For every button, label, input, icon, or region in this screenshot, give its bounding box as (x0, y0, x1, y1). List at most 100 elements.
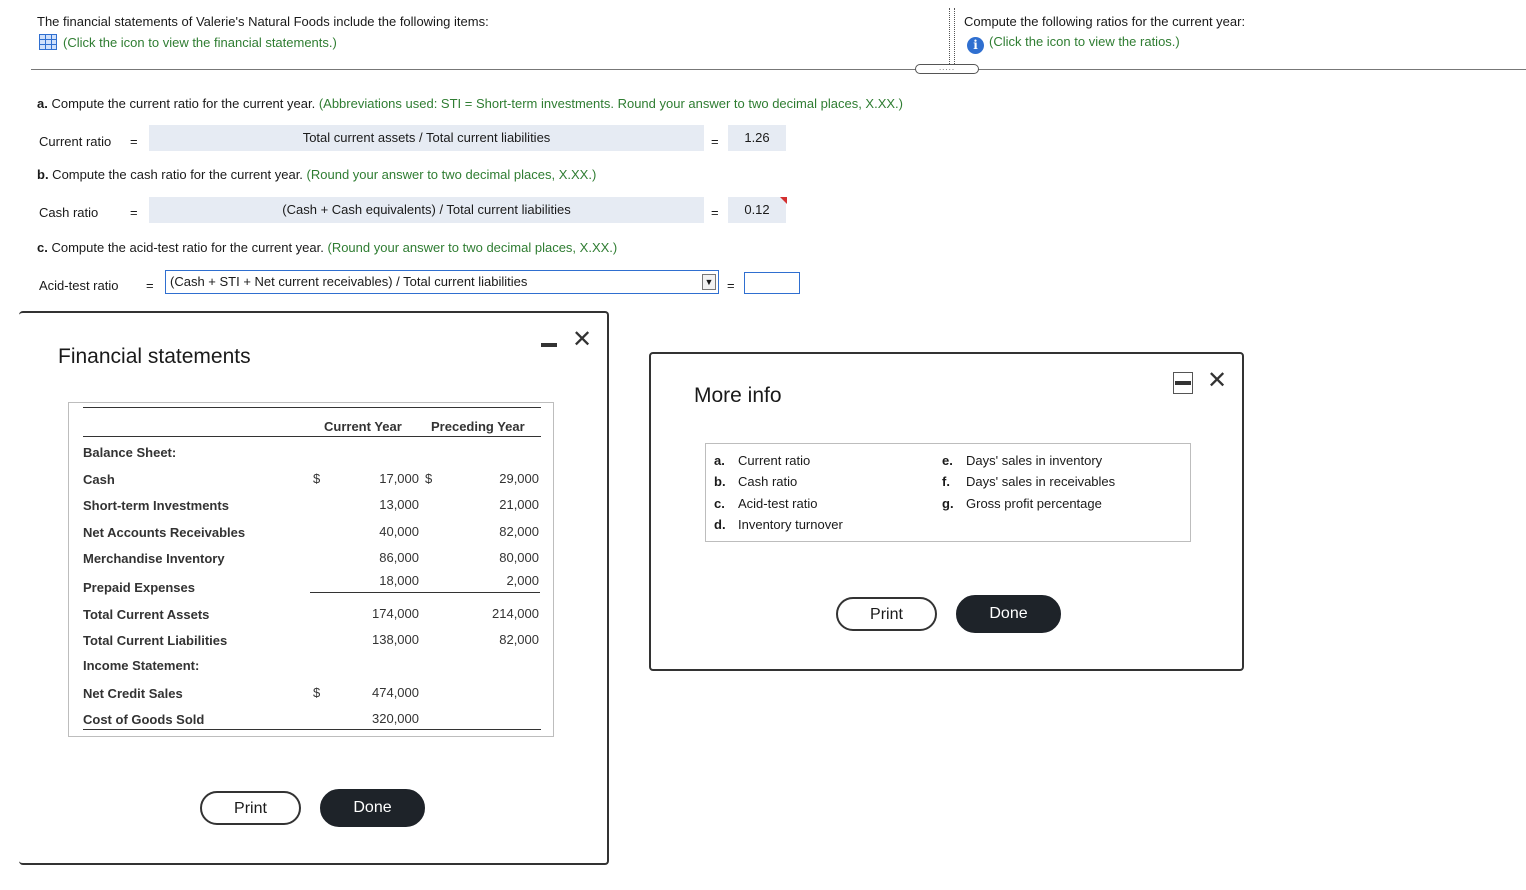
question-c-title: c. Compute the acid-test ratio for the c… (37, 240, 617, 255)
section-balance-sheet: Balance Sheet: (83, 445, 177, 460)
list-item-key: d. (714, 517, 726, 532)
question-a-text: Compute the current ratio for the curren… (47, 96, 319, 111)
ratios-link-text[interactable]: (Click the icon to view the ratios.) (989, 34, 1180, 49)
panel-splitter[interactable] (949, 8, 955, 64)
question-c-prefix: c. (37, 240, 48, 255)
list-item-text: Acid-test ratio (738, 496, 818, 511)
column-header-current-year: Current Year (324, 419, 402, 434)
table-row-label: Cash (83, 472, 115, 487)
acid-test-label: Acid-test ratio (39, 278, 119, 293)
table-row-label: Short-term Investments (83, 498, 229, 513)
question-a-hint: (Abbreviations used: STI = Short-term in… (318, 96, 903, 111)
table-cell-preceding: 214,000 (492, 606, 539, 621)
list-item: g. Gross profit percentage (942, 496, 1102, 511)
ratios-list: a. Current ratio b. Cash ratio c. Acid-test… (705, 443, 1191, 542)
current-ratio-answer: 1.26 (728, 125, 786, 151)
table-cell-current: 138,000 (372, 632, 419, 647)
financial-statements-modal: Financial statements ✕ Current Year Prec… (19, 311, 609, 865)
dropdown-arrow-icon[interactable]: ▼ (702, 274, 716, 290)
list-item: d. Inventory turnover (714, 517, 843, 532)
table-row-label: Prepaid Expenses (83, 580, 195, 595)
list-item-key: a. (714, 453, 725, 468)
table-cell-current: 86,000 (379, 550, 419, 565)
ratios-link[interactable]: i (Click the icon to view the ratios.) (967, 34, 1180, 54)
table-cell-preceding: 82,000 (499, 632, 539, 647)
table-cell-current: 40,000 (379, 524, 419, 539)
list-item-text: Current ratio (738, 453, 811, 468)
cash-ratio-equals: = (130, 205, 138, 220)
resize-handle[interactable]: ..... (915, 64, 979, 74)
question-b-prefix: b. (37, 167, 49, 182)
question-a-prefix: a. (37, 96, 48, 111)
info-icon[interactable]: i (967, 36, 984, 54)
section-divider (31, 69, 1526, 70)
table-row-label: Merchandise Inventory (83, 551, 225, 566)
cash-ratio-formula: (Cash + Cash equivalents) / Total curren… (149, 197, 704, 223)
list-item: a. Current ratio (714, 453, 810, 468)
cash-ratio-label: Cash ratio (39, 205, 99, 220)
current-ratio-equals: = (130, 134, 138, 149)
dollar-sign: $ (313, 471, 321, 486)
table-cell-current: 320,000 (372, 711, 419, 726)
acid-test-formula-value: (Cash + STI + Net current receivables) /… (170, 274, 528, 289)
table-row-label: Total Current Liabilities (83, 633, 228, 648)
incorrect-marker (780, 197, 787, 204)
done-button[interactable]: Done (956, 595, 1061, 633)
list-item-text: Inventory turnover (738, 517, 843, 532)
financial-statements-title: Financial statements (58, 345, 251, 368)
table-row-label: Total Current Assets (83, 607, 210, 622)
cash-ratio-equals-2: = (711, 205, 719, 220)
table-row-label: Net Accounts Receivables (83, 525, 246, 540)
list-item-key: e. (942, 453, 953, 468)
statements-link-text[interactable]: (Click the icon to view the financial st… (63, 35, 337, 50)
list-item: f. Days' sales in receivables (942, 474, 1115, 489)
more-info-title: More info (694, 384, 782, 407)
statements-intro-text: The financial statements of Valerie's Na… (37, 14, 489, 29)
table-cell-preceding: 80,000 (499, 550, 539, 565)
question-b-text: Compute the cash ratio for the current y… (48, 167, 307, 182)
table-cell-preceding: 82,000 (499, 524, 539, 539)
section-income-statement: Income Statement: (83, 658, 200, 673)
ratios-intro-text: Compute the following ratios for the cur… (964, 14, 1246, 29)
table-cell-current: 474,000 (372, 685, 419, 700)
statements-link[interactable]: (Click the icon to view the financial st… (39, 34, 337, 50)
question-b-title: b. Compute the cash ratio for the curren… (37, 167, 596, 182)
minimize-icon[interactable] (1173, 372, 1193, 394)
question-c-text: Compute the acid-test ratio for the curr… (47, 240, 328, 255)
table-grid-icon[interactable] (39, 34, 57, 50)
list-item-text: Cash ratio (738, 474, 798, 489)
close-icon[interactable]: ✕ (572, 327, 592, 351)
list-item-key: g. (942, 496, 954, 511)
question-b-hint: (Round your answer to two decimal places… (306, 167, 597, 182)
close-icon[interactable]: ✕ (1207, 368, 1227, 392)
list-item: e. Days' sales in inventory (942, 453, 1102, 468)
list-item: b. Cash ratio (714, 474, 797, 489)
list-item-text: Gross profit percentage (966, 496, 1102, 511)
table-row-label: Net Credit Sales (83, 686, 183, 701)
table-cell-preceding: 21,000 (499, 497, 539, 512)
table-cell-preceding: 29,000 (499, 471, 539, 486)
acid-test-equals-2: = (727, 278, 735, 293)
table-cell-current: 17,000 (379, 471, 419, 486)
list-item-key: f. (942, 474, 950, 489)
cash-ratio-answer: 0.12 (728, 197, 786, 223)
acid-test-answer-input[interactable] (744, 272, 800, 294)
list-item-text: Days' sales in receivables (966, 474, 1116, 489)
table-cell-current: 18,000 (379, 573, 419, 588)
list-item: c. Acid-test ratio (714, 496, 817, 511)
list-item-text: Days' sales in inventory (966, 453, 1103, 468)
done-button[interactable]: Done (320, 789, 425, 827)
print-button[interactable]: Print (200, 791, 301, 825)
acid-test-formula-select[interactable]: (Cash + STI + Net current receivables) /… (165, 270, 719, 294)
list-item-key: c. (714, 496, 725, 511)
list-item-key: b. (714, 474, 726, 489)
minimize-icon[interactable] (541, 343, 557, 347)
acid-test-equals: = (146, 278, 154, 293)
table-cell-preceding: 2,000 (506, 573, 539, 588)
question-c-hint: (Round your answer to two decimal places… (327, 240, 618, 255)
table-row-label: Cost of Goods Sold (83, 712, 205, 727)
financial-statements-table: Current Year Preceding Year Balance Shee… (68, 402, 554, 737)
dollar-sign: $ (313, 685, 321, 700)
column-header-preceding-year: Preceding Year (431, 419, 525, 434)
print-button[interactable]: Print (836, 597, 937, 631)
